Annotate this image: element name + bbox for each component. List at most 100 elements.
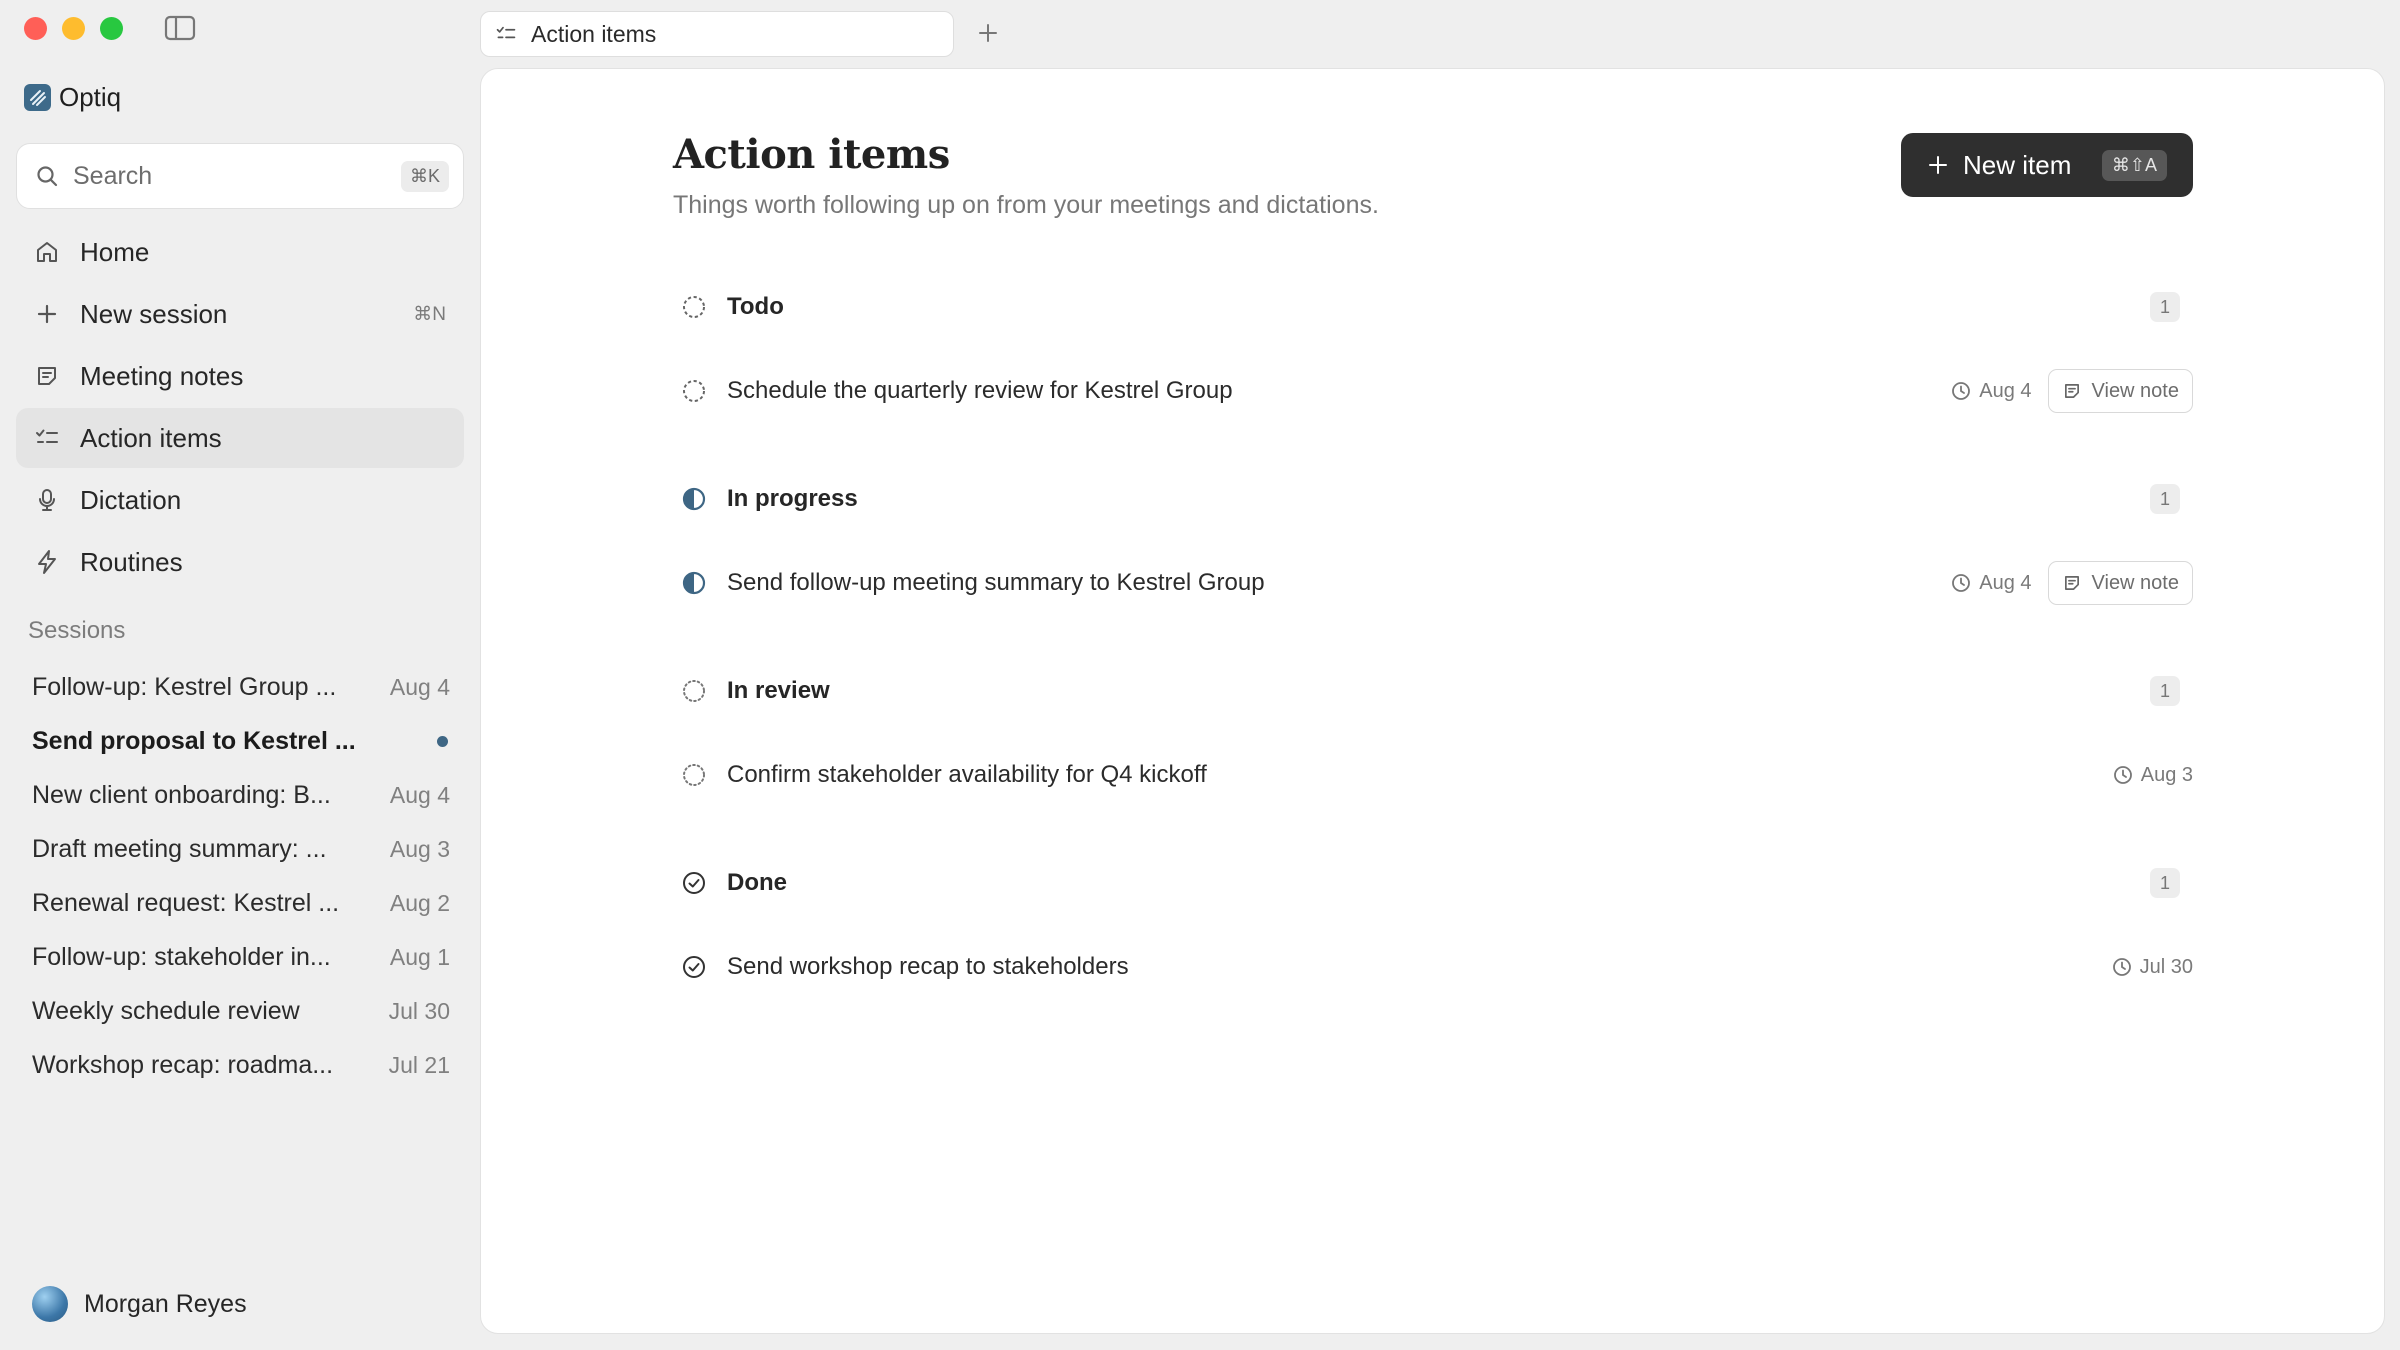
sidebar-item-dictation[interactable]: Dictation [16, 470, 464, 530]
dashed-circle-icon[interactable] [681, 378, 707, 404]
sidebar-item-label: Meeting notes [80, 360, 244, 391]
lightning-icon [34, 549, 60, 575]
due-date: Aug 3 [2113, 764, 2193, 787]
clock-icon [1951, 381, 1971, 401]
avatar [32, 1286, 68, 1322]
checklist-icon [495, 23, 517, 45]
due-date: Aug 4 [1951, 379, 2032, 403]
user-name: Morgan Reyes [84, 1289, 247, 1318]
window-controls [24, 17, 123, 40]
group-title: Todo [727, 293, 784, 320]
session-date: Aug 2 [389, 889, 450, 916]
search-icon [35, 164, 59, 188]
tab-action-items[interactable]: Action items [480, 11, 954, 57]
sidebar-item-label: New session [80, 298, 228, 329]
view-note-button[interactable]: View note [2047, 369, 2193, 413]
action-item-title: Confirm stakeholder availability for Q4 … [727, 761, 1207, 788]
sidebar-item-label: Dictation [80, 484, 182, 515]
session-item[interactable]: Follow-up: Kestrel Group ... Aug 4 [32, 660, 450, 714]
session-date: Jul 21 [388, 1051, 450, 1078]
session-title: New client onboarding: B... [32, 780, 331, 809]
view-note-button[interactable]: View note [2047, 561, 2193, 605]
due-date-label: Aug 3 [2140, 763, 2193, 786]
action-item-row[interactable]: Send workshop recap to stakeholders Jul … [673, 925, 2193, 1009]
new-tab-button[interactable] [975, 20, 1001, 46]
note-icon [2062, 381, 2082, 401]
plus-icon [1927, 154, 1949, 176]
sidebar-nav: Home New session ⌘N Meeting notes Action… [16, 222, 464, 594]
sidebar-item-label: Action items [80, 422, 222, 453]
check-circle-icon [681, 870, 707, 896]
tab-label: Action items [531, 20, 657, 47]
new-item-button[interactable]: New item ⌘⇧A [1901, 133, 2193, 197]
note-icon [34, 363, 60, 389]
minimize-window-button[interactable] [62, 17, 85, 40]
group-title: Done [727, 869, 787, 896]
action-item-title: Send workshop recap to stakeholders [727, 953, 1129, 980]
group-header[interactable]: Todo 1 [673, 265, 2193, 349]
group-header[interactable]: Done 1 [673, 841, 2193, 925]
view-note-label: View note [2091, 379, 2179, 402]
sidebar-item-label: Home [80, 236, 150, 267]
sidebar-item-meeting-notes[interactable]: Meeting notes [16, 346, 464, 406]
session-item[interactable]: Send proposal to Kestrel ... [32, 714, 450, 768]
check-circle-icon[interactable] [681, 954, 707, 980]
count-badge: 1 [2150, 676, 2180, 706]
sidebar-item-action-items[interactable]: Action items [16, 408, 464, 468]
session-item[interactable]: Weekly schedule review Jul 30 [32, 984, 450, 1038]
action-item-row[interactable]: Confirm stakeholder availability for Q4 … [673, 733, 2193, 817]
action-item-row[interactable]: Send follow-up meeting summary to Kestre… [673, 541, 2193, 625]
app-name: Optiq [59, 82, 122, 112]
user-profile[interactable]: Morgan Reyes [32, 1286, 247, 1322]
session-title: Send proposal to Kestrel ... [32, 726, 356, 755]
sidebar-item-new-session[interactable]: New session ⌘N [16, 284, 464, 344]
session-title: Follow-up: stakeholder in... [32, 942, 331, 971]
action-item-title: Send follow-up meeting summary to Kestre… [727, 569, 1265, 596]
due-date-label: Aug 4 [1979, 571, 2032, 594]
group-header[interactable]: In review 1 [673, 649, 2193, 733]
search-input[interactable]: Search ⌘K [16, 143, 464, 209]
brand: Optiq [24, 82, 121, 113]
half-circle-icon[interactable] [681, 570, 707, 596]
new-session-shortcut: ⌘N [413, 303, 446, 325]
half-circle-icon [681, 486, 707, 512]
search-shortcut: ⌘K [400, 160, 449, 192]
session-item[interactable]: New client onboarding: B... Aug 4 [32, 768, 450, 822]
group-header[interactable]: In progress 1 [673, 457, 2193, 541]
session-title: Follow-up: Kestrel Group ... [32, 672, 337, 701]
sidebar-item-routines[interactable]: Routines [16, 532, 464, 592]
session-title: Draft meeting summary: ... [32, 834, 327, 863]
app-logo-icon [24, 84, 51, 111]
sessions-heading: Sessions [28, 617, 126, 644]
group-in-review: In review 1 Confirm stakeholder availabi… [673, 649, 2193, 817]
group-in-progress: In progress 1 Send follow-up meeting sum… [673, 457, 2193, 625]
clock-icon [1951, 573, 1971, 593]
session-title: Workshop recap: roadma... [32, 1050, 334, 1079]
home-icon [34, 239, 60, 265]
note-icon [2062, 573, 2082, 593]
session-item[interactable]: Follow-up: stakeholder in... Aug 1 [32, 930, 450, 984]
session-date: Aug 1 [389, 943, 450, 970]
due-date: Jul 30 [2112, 956, 2193, 979]
group-done: Done 1 Send workshop recap to stakeholde… [673, 841, 2193, 1009]
sidebar-item-home[interactable]: Home [16, 222, 464, 282]
session-item[interactable]: Workshop recap: roadma... Jul 21 [32, 1038, 450, 1092]
new-item-shortcut: ⌘⇧A [2101, 149, 2167, 181]
zoom-window-button[interactable] [100, 17, 123, 40]
checklist-icon [34, 425, 60, 451]
due-date-label: Aug 4 [1979, 379, 2032, 402]
sidebar: Optiq Search ⌘K Home New session ⌘N Meet… [0, 0, 478, 1350]
action-item-row[interactable]: Schedule the quarterly review for Kestre… [673, 349, 2193, 433]
view-note-label: View note [2091, 571, 2179, 594]
group-title: In review [727, 677, 830, 704]
dotted-circle-icon[interactable] [681, 762, 707, 788]
clock-icon [2112, 957, 2132, 977]
session-item[interactable]: Renewal request: Kestrel ... Aug 2 [32, 876, 450, 930]
close-window-button[interactable] [24, 17, 47, 40]
session-date: Jul 30 [388, 997, 450, 1024]
session-title: Weekly schedule review [32, 996, 300, 1025]
microphone-icon [34, 487, 60, 513]
session-item[interactable]: Draft meeting summary: ... Aug 3 [32, 822, 450, 876]
sidebar-toggle-icon[interactable] [164, 15, 196, 41]
clock-icon [2113, 765, 2133, 785]
